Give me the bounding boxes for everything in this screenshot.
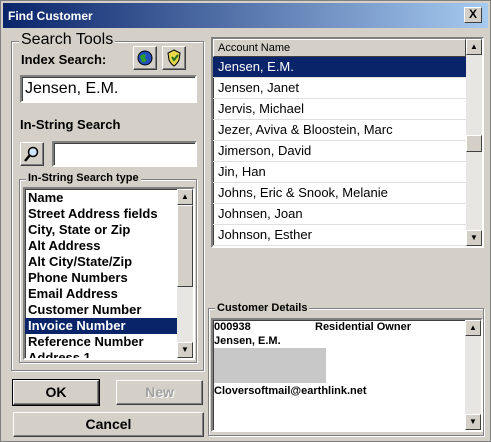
account-list[interactable]: Account Name Jensen, E.M. Jensen, Janet … [211,37,484,248]
list-item[interactable]: Alt Address [25,238,177,254]
list-item[interactable]: Name [25,190,177,206]
shield-icon [167,49,181,67]
scroll-down-button[interactable]: ▼ [466,230,482,246]
search-tools-title: Search Tools [19,31,116,49]
instring-search-input[interactable] [52,141,197,167]
account-name-header: Account Name [218,42,291,54]
list-item[interactable]: Email Address [25,286,177,302]
list-item[interactable]: Reference Number [25,334,177,350]
table-row[interactable]: Johns, Eric & Snook, Melanie [213,183,466,204]
list-item[interactable]: Phone Numbers [25,270,177,286]
index-search-label: Index Search: [21,52,107,67]
close-button[interactable]: X [464,7,482,23]
magnifier-icon [24,146,39,162]
scroll-down-button[interactable]: ▼ [177,342,193,358]
shield-button[interactable] [162,46,186,70]
list-item[interactable]: Address 1 [25,350,177,358]
ok-button[interactable]: OK [12,379,100,406]
search-type-title: In-String Search type [26,172,141,184]
scroll-up-button[interactable]: ▲ [177,189,193,205]
title-bar[interactable]: Find Customer X [3,3,488,28]
table-row[interactable]: Jervis, Michael [213,99,466,120]
details-scrollbar[interactable]: ▲ ▼ [465,320,481,430]
customer-details-box: 000938 Residential Owner Jensen, E.M. Cl… [211,318,483,432]
search-type-list[interactable]: Name Street Address fields City, State o… [23,187,195,360]
index-search-value: Jensen, E.M. [25,80,119,97]
customer-number: 000938 [214,321,251,333]
account-rows: Jensen, E.M. Jensen, Janet Jervis, Micha… [213,57,466,246]
table-row-selected[interactable]: Jensen, E.M. [213,57,466,78]
list-item[interactable]: Alt City/State/Zip [25,254,177,270]
cancel-button[interactable]: Cancel [13,412,204,437]
account-list-scrollbar[interactable]: ▲ ▼ [466,39,482,246]
list-item[interactable]: Customer Number [25,302,177,318]
table-row[interactable]: Jin, Han [213,162,466,183]
table-row[interactable]: Johnson, Esther [213,225,466,246]
instring-search-button[interactable] [20,142,44,166]
list-item[interactable]: Street Address fields [25,206,177,222]
customer-email: Cloversoftmail@earthlink.net [214,385,367,397]
instring-search-label: In-String Search [20,117,121,132]
globe-icon [137,50,153,66]
list-item[interactable]: City, State or Zip [25,222,177,238]
new-button[interactable]: New [116,380,203,405]
find-customer-window: Find Customer X Search Tools Index Searc… [0,0,491,442]
table-row[interactable]: Jensen, Janet [213,78,466,99]
table-row[interactable]: Johnsen, Joan [213,204,466,225]
customer-type: Residential Owner [315,321,411,333]
scroll-down-button[interactable]: ▼ [465,414,481,430]
customer-name: Jensen, E.M. [214,335,281,347]
table-row[interactable]: Jimerson, David [213,141,466,162]
list-item-selected[interactable]: Invoice Number [25,318,177,334]
redacted-address [214,348,326,383]
globe-button[interactable] [133,46,157,70]
table-row[interactable]: Jezer, Aviva & Bloostein, Marc [213,120,466,141]
search-type-items: Name Street Address fields City, State o… [25,190,177,358]
index-search-input[interactable]: Jensen, E.M. [20,75,197,103]
account-list-header[interactable]: Account Name [213,39,466,57]
scroll-thumb[interactable] [466,135,482,152]
window-title: Find Customer [8,9,93,23]
scroll-up-button[interactable]: ▲ [465,320,481,336]
scroll-thumb[interactable] [177,205,193,287]
scroll-up-button[interactable]: ▲ [466,39,482,55]
search-type-scrollbar[interactable]: ▲ ▼ [177,189,193,358]
customer-details-title: Customer Details [215,302,310,314]
